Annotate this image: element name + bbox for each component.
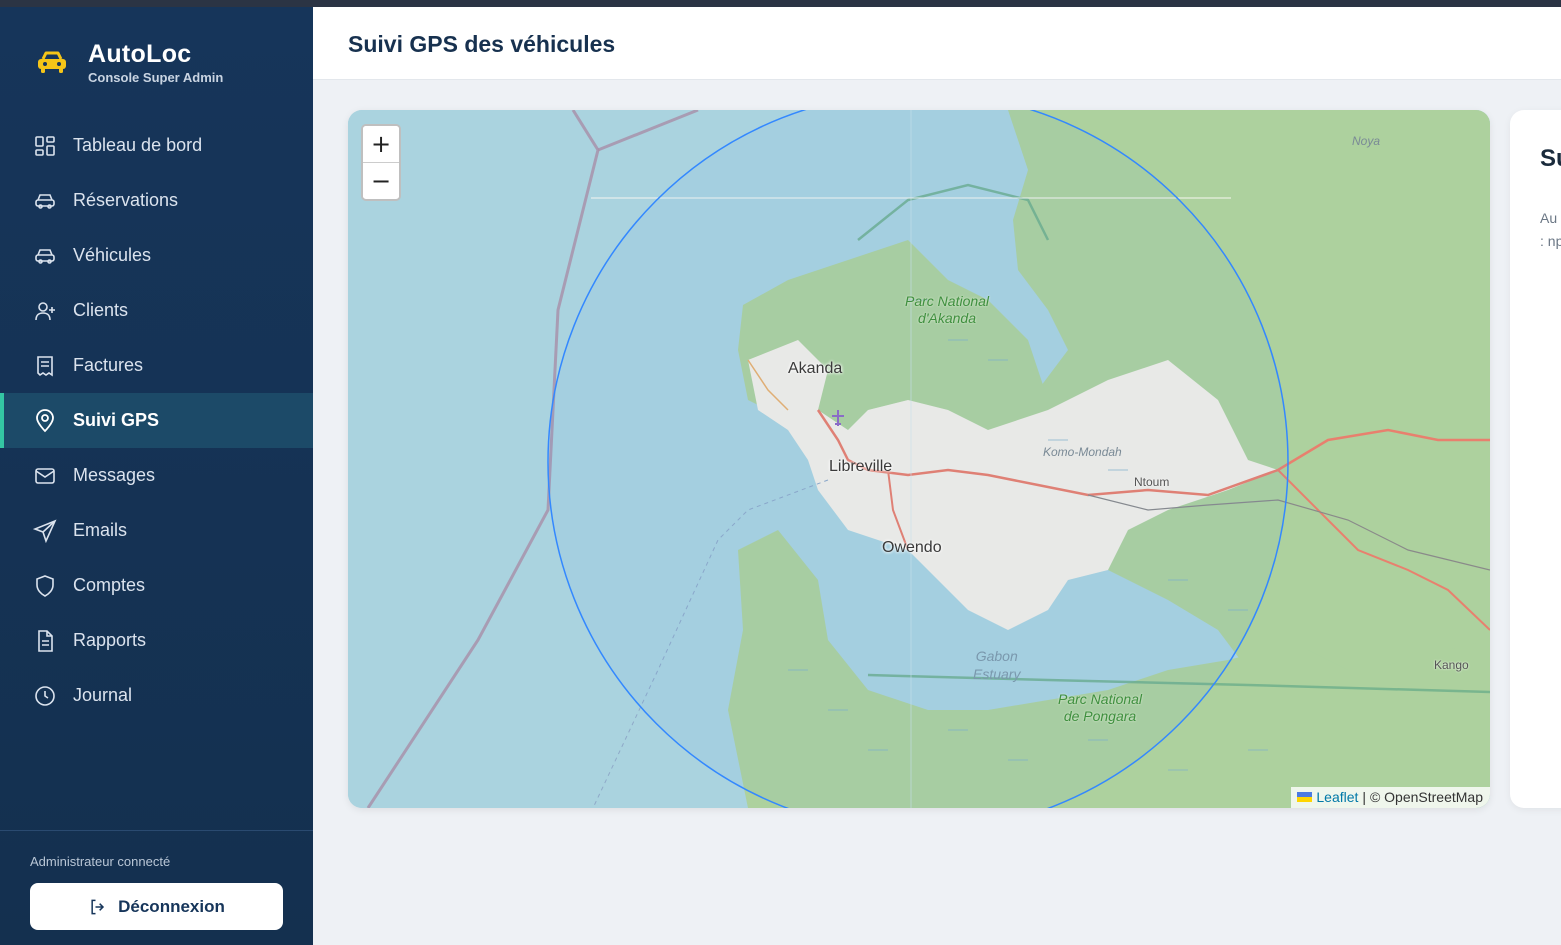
sidebar-item-emails[interactable]: Emails xyxy=(0,503,313,558)
shield-icon xyxy=(36,574,54,597)
logout-icon xyxy=(91,899,105,914)
sidebar: AutoLoc Console Super Admin Tableau de b… xyxy=(0,7,313,945)
app-subtitle: Console Super Admin xyxy=(88,70,224,85)
sidebar-item-factures[interactable]: Factures xyxy=(0,338,313,393)
map-attribution: Leaflet | © OpenStreetMap xyxy=(1291,787,1490,808)
leaflet-link[interactable]: Leaflet xyxy=(1316,789,1358,805)
sidebar-item-label: Messages xyxy=(73,465,156,485)
sidebar-item-vehicules[interactable]: Véhicules xyxy=(0,228,313,283)
map-tiles xyxy=(348,110,1490,808)
sidebar-item-label: Rapports xyxy=(73,630,147,650)
sidebar-item-suivi-gps[interactable]: Suivi GPS xyxy=(0,393,313,448)
send-icon xyxy=(33,519,57,543)
receipt-icon xyxy=(37,355,53,376)
user-plus-icon xyxy=(35,301,55,320)
zoom-in-button[interactable]: + xyxy=(363,126,399,162)
panel-title: Su xyxy=(1540,145,1561,172)
sidebar-item-label: Véhicules xyxy=(73,245,152,265)
top-border xyxy=(0,0,1561,7)
file-text-icon xyxy=(38,629,53,652)
sidebar-item-clients[interactable]: Clients xyxy=(0,283,313,338)
mail-icon xyxy=(35,467,55,484)
zoom-out-button[interactable]: − xyxy=(363,162,399,198)
sidebar-item-rapports[interactable]: Rapports xyxy=(0,613,313,668)
sidebar-item-label: Comptes xyxy=(73,575,146,595)
panel-text-line1: Au xyxy=(1540,210,1558,226)
vehicle-summary-panel: Su Au : np xyxy=(1510,110,1561,808)
car-icon xyxy=(35,193,55,209)
logout-button[interactable]: Déconnexion xyxy=(30,883,283,930)
admin-status-label: Administrateur connecté xyxy=(30,854,171,869)
sidebar-item-label: Emails xyxy=(73,520,128,540)
sidebar-item-comptes[interactable]: Comptes xyxy=(0,558,313,613)
sidebar-footer: Administrateur connecté Déconnexion xyxy=(0,830,313,930)
zoom-control: + − xyxy=(361,124,401,201)
dashboard-icon xyxy=(35,135,55,156)
brand-text: AutoLoc Console Super Admin xyxy=(88,40,223,85)
sidebar-item-tableau-de-bord[interactable]: Tableau de bord xyxy=(0,118,313,173)
panel-text: Au : np xyxy=(1540,207,1561,253)
sidebar-item-label: Journal xyxy=(73,685,133,705)
clock-icon xyxy=(35,685,55,706)
gps-map[interactable]: Akanda Libreville Owendo Ntoum Kango Noy… xyxy=(348,110,1490,808)
panel-text-line2: : np xyxy=(1540,233,1561,249)
map-pin-icon xyxy=(36,408,54,432)
sidebar-item-label: Tableau de bord xyxy=(73,135,203,155)
sidebar-item-label: Suivi GPS xyxy=(73,410,160,430)
sidebar-item-journal[interactable]: Journal xyxy=(0,668,313,723)
app-name: AutoLoc xyxy=(88,40,192,68)
sidebar-item-label: Factures xyxy=(73,355,144,375)
logout-label: Déconnexion xyxy=(118,896,225,916)
sidebar-item-messages[interactable]: Messages xyxy=(0,448,313,503)
page-header: Suivi GPS des véhicules xyxy=(313,7,1561,80)
car-icon xyxy=(35,248,55,264)
sidebar-item-label: Réservations xyxy=(73,190,179,210)
sidebar-item-label: Clients xyxy=(73,300,129,320)
ukraine-flag-icon xyxy=(1297,792,1313,802)
sidebar-item-reservations[interactable]: Réservations xyxy=(0,173,313,228)
sidebar-nav: Tableau de bord Réservations Véhicules C… xyxy=(0,118,313,723)
car-logo-icon xyxy=(38,51,66,73)
attribution-text: | © OpenStreetMap xyxy=(1362,789,1483,805)
page-title: Suivi GPS des véhicules xyxy=(348,31,616,57)
brand: AutoLoc Console Super Admin xyxy=(36,40,223,85)
